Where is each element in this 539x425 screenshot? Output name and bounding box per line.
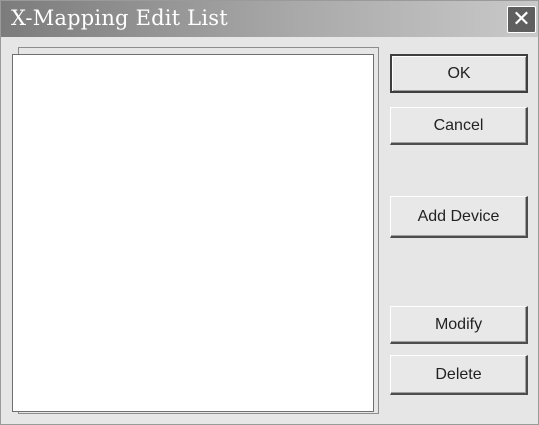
- close-button[interactable]: ✕: [507, 6, 536, 33]
- list-content-area: [13, 55, 373, 115]
- device-list[interactable]: [12, 54, 374, 412]
- modify-button[interactable]: Modify: [390, 306, 528, 344]
- close-icon: ✕: [512, 7, 531, 32]
- cancel-button[interactable]: Cancel: [390, 107, 528, 145]
- window-title: X-Mapping Edit List: [11, 6, 228, 30]
- delete-button[interactable]: Delete: [390, 355, 528, 395]
- title-bar[interactable]: X-Mapping Edit List ✕: [1, 1, 538, 37]
- add-device-button[interactable]: Add Device: [390, 196, 528, 238]
- ok-button[interactable]: OK: [390, 54, 528, 93]
- x-mapping-dialog: X-Mapping Edit List ✕ OK Cancel Add Devi…: [0, 0, 539, 425]
